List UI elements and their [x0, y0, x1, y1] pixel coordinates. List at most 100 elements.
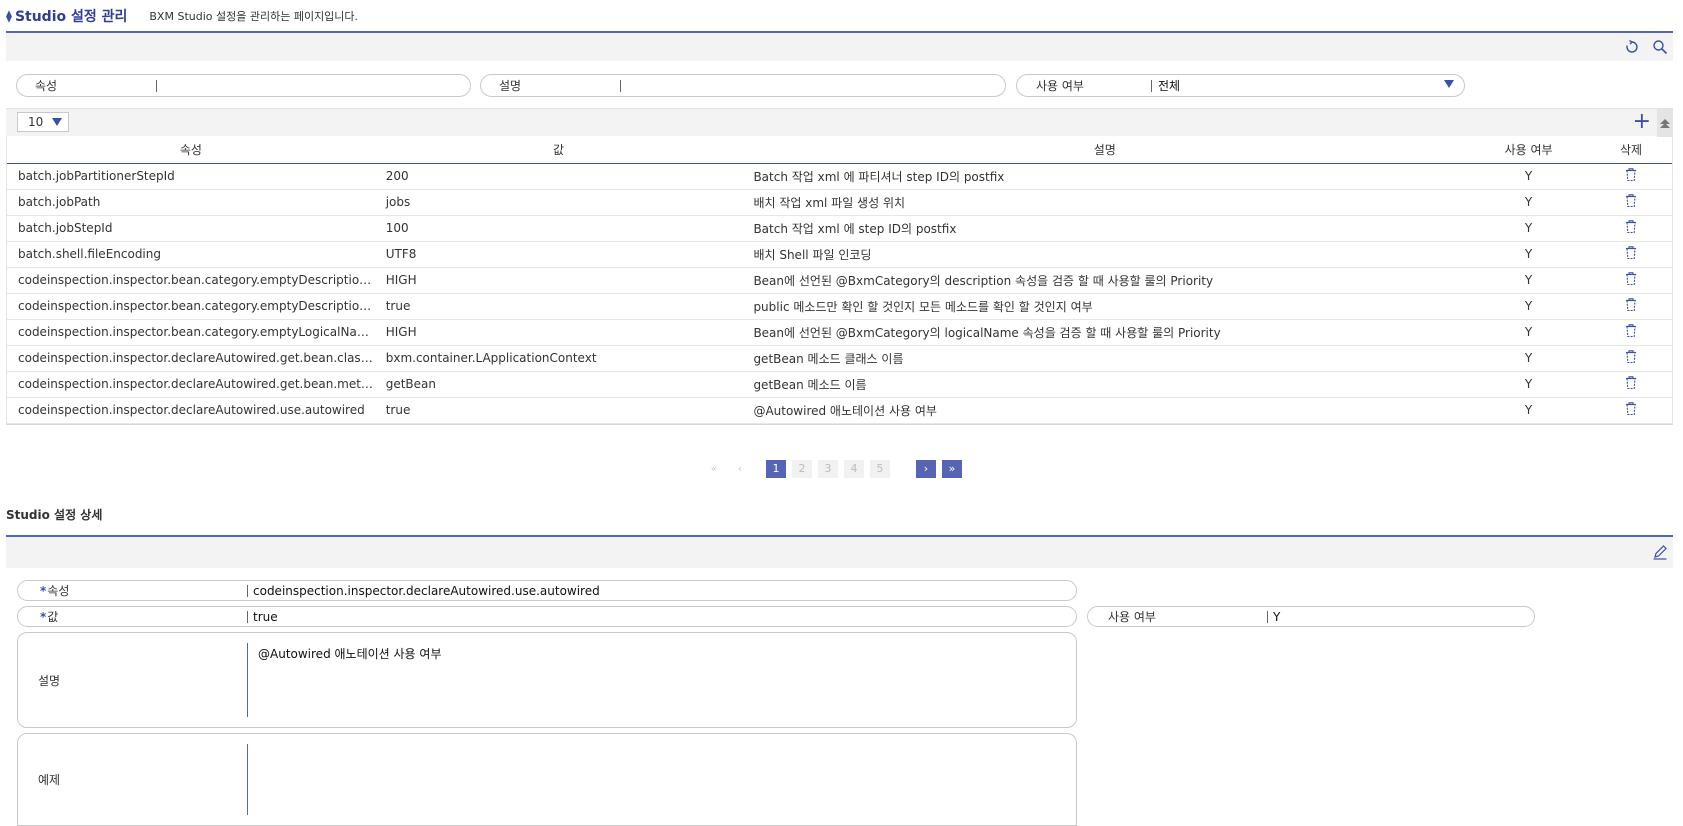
cell-description: Batch 작업 xml 에 step ID의 postfix [742, 215, 1468, 242]
page-button-4[interactable]: 4 [844, 460, 864, 478]
cell-use: Y [1467, 345, 1591, 372]
detail-value-label: *값 [18, 610, 248, 623]
cell-delete [1590, 345, 1672, 372]
search-attribute-label: 속성 [17, 79, 157, 92]
page-button-1[interactable]: 1 [766, 460, 786, 478]
cell-use: Y [1467, 397, 1591, 424]
search-description-input[interactable] [621, 76, 1005, 95]
title-diamond-icon: ⧫ [6, 9, 12, 23]
table-row[interactable]: batch.jobPartitionerStepId 200 Batch 작업 xm… [7, 163, 1672, 190]
cell-value: true [374, 397, 743, 424]
cell-use: Y [1467, 371, 1591, 398]
detail-value-value[interactable]: true [248, 610, 1076, 624]
cell-value: true [374, 293, 743, 320]
chevron-down-icon [1444, 80, 1454, 88]
trash-icon[interactable] [1624, 349, 1638, 367]
first-page-button[interactable]: « [704, 460, 724, 478]
trash-icon[interactable] [1624, 323, 1638, 341]
detail-attribute-label: *속성 [18, 584, 248, 597]
cell-attribute: batch.jobPartitionerStepId [7, 163, 375, 190]
trash-icon[interactable] [1624, 245, 1638, 263]
pagination: « ‹ 1 2 3 4 5 › » [704, 460, 968, 478]
detail-attribute-field: *속성 codeinspection.inspector.declareAuto… [17, 580, 1077, 601]
search-description-label: 설명 [481, 79, 621, 92]
next-page-button[interactable]: › [916, 460, 936, 478]
trash-icon[interactable] [1624, 271, 1638, 289]
settings-grid: 속성 값 설명 사용 여부 삭제 batch.jobPartitionerSte… [6, 137, 1673, 425]
trash-icon[interactable] [1624, 167, 1638, 185]
page-size-select[interactable]: 10 [17, 112, 69, 132]
detail-use-field: 사용 여부 Y [1087, 606, 1535, 627]
column-header-description[interactable]: 설명 [742, 137, 1468, 164]
settings-table: 속성 값 설명 사용 여부 삭제 batch.jobPartitionerSte… [7, 137, 1672, 424]
table-row[interactable]: codeinspection.inspector.declareAutowire… [7, 345, 1672, 372]
cell-description: 배치 작업 xml 파일 생성 위치 [742, 189, 1468, 216]
column-header-use[interactable]: 사용 여부 [1467, 137, 1591, 164]
table-row[interactable]: codeinspection.inspector.bean.category.e… [7, 319, 1672, 346]
cell-use: Y [1467, 319, 1591, 346]
refresh-icon[interactable] [1623, 38, 1641, 56]
pencil-icon[interactable] [1651, 543, 1669, 561]
trash-icon[interactable] [1624, 375, 1638, 393]
search-toolbar [6, 33, 1673, 61]
table-row[interactable]: codeinspection.inspector.declareAutowire… [7, 397, 1672, 424]
cell-attribute: codeinspection.inspector.bean.category.e… [7, 319, 375, 346]
grid-toolbar: 10 + [6, 108, 1673, 137]
cell-delete [1590, 397, 1672, 424]
cell-attribute: batch.jobPath [7, 189, 375, 216]
search-use-select[interactable]: 사용 여부 전체 [1016, 74, 1465, 97]
table-row[interactable]: batch.jobPath jobs 배치 작업 xml 파일 생성 위치 Y [7, 189, 1672, 216]
detail-example-label: 예제 [18, 734, 248, 825]
cell-value: getBean [374, 371, 743, 398]
detail-description-label: 설명 [18, 633, 248, 727]
page-button-2[interactable]: 2 [792, 460, 812, 478]
page-button-5[interactable]: 5 [870, 460, 890, 478]
trash-icon[interactable] [1624, 401, 1638, 419]
detail-example-field: 예제 [17, 733, 1077, 826]
cell-value: HIGH [374, 319, 743, 346]
cell-value: 100 [374, 215, 743, 242]
table-row[interactable]: batch.shell.fileEncoding UTF8 배치 Shell 파일 … [7, 241, 1672, 268]
search-icon[interactable] [1651, 38, 1669, 56]
trash-icon[interactable] [1624, 219, 1638, 237]
detail-section-title: Studio 설정 상세 [6, 508, 103, 522]
table-row[interactable]: batch.jobStepId 100 Batch 작업 xml 에 step ID… [7, 215, 1672, 242]
cell-description: getBean 메소드 클래스 이름 [742, 345, 1468, 372]
column-header-attribute[interactable]: 속성 [7, 137, 375, 164]
detail-description-value[interactable]: @Autowired 애노테이션 사용 여부 [248, 633, 1076, 727]
collapse-up-icon[interactable] [1657, 109, 1673, 137]
page-button-3[interactable]: 3 [818, 460, 838, 478]
cell-value: jobs [374, 189, 743, 216]
detail-use-label: 사용 여부 [1088, 610, 1268, 623]
chevron-down-icon [52, 118, 62, 126]
cell-attribute: codeinspection.inspector.bean.category.e… [7, 293, 375, 320]
detail-value-field: *값 true [17, 606, 1077, 627]
search-description-field: 설명 [480, 74, 1006, 97]
search-attribute-input[interactable] [157, 76, 470, 95]
cell-description: Bean에 선언된 @BxmCategory의 description 속성을 … [742, 267, 1468, 294]
cell-attribute: codeinspection.inspector.declareAutowire… [7, 345, 375, 372]
search-use-label: 사용 여부 [1017, 79, 1152, 92]
cell-description: getBean 메소드 이름 [742, 371, 1468, 398]
table-row[interactable]: codeinspection.inspector.declareAutowire… [7, 371, 1672, 398]
cell-description: @Autowired 애노테이션 사용 여부 [742, 397, 1468, 424]
column-header-delete: 삭제 [1590, 137, 1672, 164]
detail-attribute-value[interactable]: codeinspection.inspector.declareAutowire… [248, 584, 1076, 598]
detail-use-value[interactable]: Y [1268, 610, 1534, 624]
trash-icon[interactable] [1624, 193, 1638, 211]
cell-attribute: batch.jobStepId [7, 215, 375, 242]
cell-use: Y [1467, 267, 1591, 294]
column-header-value[interactable]: 값 [374, 137, 743, 164]
cell-delete [1590, 163, 1672, 190]
table-row[interactable]: codeinspection.inspector.bean.category.e… [7, 293, 1672, 320]
cell-delete [1590, 371, 1672, 398]
detail-example-value[interactable] [248, 734, 1076, 825]
last-page-button[interactable]: » [942, 460, 962, 478]
table-row[interactable]: codeinspection.inspector.bean.category.e… [7, 267, 1672, 294]
cell-value: UTF8 [374, 241, 743, 268]
trash-icon[interactable] [1624, 297, 1638, 315]
cell-delete [1590, 267, 1672, 294]
prev-page-button[interactable]: ‹ [730, 460, 750, 478]
plus-icon[interactable]: + [1633, 111, 1651, 133]
cell-attribute: codeinspection.inspector.declareAutowire… [7, 371, 375, 398]
